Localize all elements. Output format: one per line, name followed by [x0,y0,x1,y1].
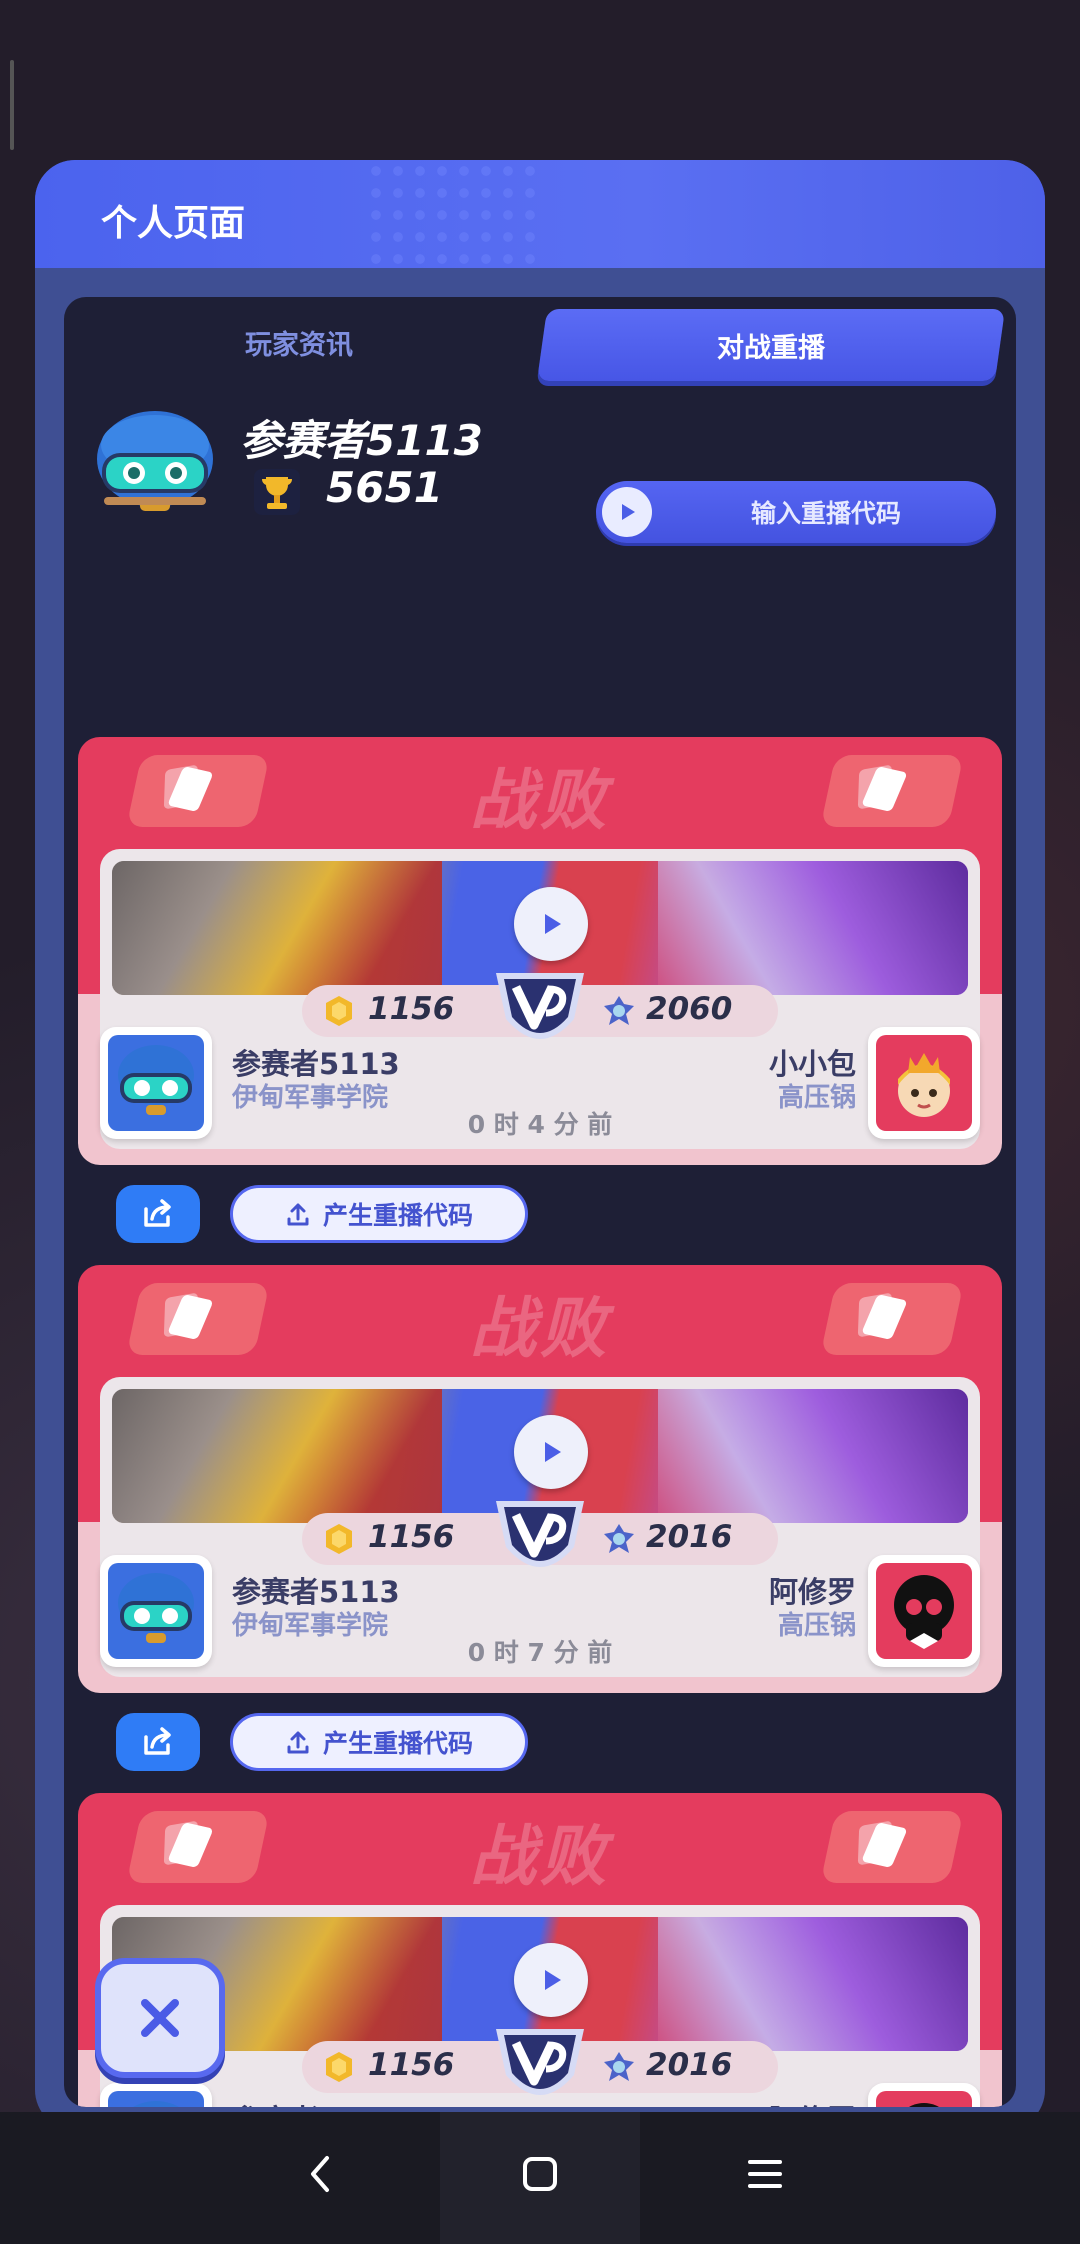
share-button[interactable] [116,1713,200,1771]
match-time: 0 时 7 分 前 [467,1638,613,1667]
menu-button[interactable] [735,2144,795,2204]
rank-gold-icon [326,1524,352,1554]
opponent-score: 2016 [646,2047,733,2083]
rank-diamond-icon [604,996,634,1025]
player-avatar [97,411,213,511]
header-decoration [365,160,535,268]
trophy-icon [254,469,300,515]
player-character-art [112,861,442,995]
player-avatar [100,2083,212,2107]
tab-bar: 玩家资讯 对战重播 [64,297,1016,387]
share-button[interactable] [116,1185,200,1243]
trophy-count: 5651 [326,463,443,512]
share-icon [144,1199,171,1227]
match-card: 战败 1156 2060 参赛者5113 伊甸军事学院 小小包 高压锅 0 时 … [78,737,1002,1165]
opponent-avatar [868,2083,980,2107]
play-replay-button[interactable] [514,887,588,961]
close-button[interactable] [95,1958,225,2078]
rank-gold-icon [326,2052,352,2082]
play-replay-button[interactable] [514,1415,588,1489]
tab-battle-replay[interactable]: 对战重播 [536,309,1006,381]
vs-icon [496,2029,584,2095]
play-icon [602,487,652,537]
match-result: 战败 [470,1818,610,1895]
match-card: 战败 1156 2016 [78,1265,1002,1693]
rank-diamond-icon [604,2052,634,2081]
player-score: 1156 [368,1519,455,1555]
status-indicator [10,60,14,150]
player-score: 1156 [368,2047,455,2083]
back-button[interactable] [290,2144,350,2204]
generate-replay-code-label: 产生重播代码 [322,1729,473,1758]
generate-replay-code-button[interactable]: 产生重播代码 [230,1713,528,1771]
play-icon [545,1442,561,1462]
vs-icon [496,973,584,1039]
match-body: 1156 2016 参赛者5113 伊甸军事学院 [100,1377,980,1677]
player-character-art [112,1389,442,1523]
match-body: 1156 2016 参赛者5113 伊甸军事学院 [100,1905,980,2107]
rank-gold-icon [326,996,352,1026]
back-icon [311,2156,329,2192]
share-icon [144,1727,171,1755]
tab-player-info[interactable]: 玩家资讯 [64,307,534,377]
match-body: 1156 2060 参赛者5113 伊甸军事学院 小小包 高压锅 0 时 4 分… [100,849,980,1149]
tab-battle-replay-label: 对战重播 [717,332,825,364]
generate-replay-code-label: 产生重播代码 [322,1201,473,1230]
close-icon [141,1999,179,2037]
upload-icon [287,1731,309,1754]
enter-replay-code-label: 输入重播代码 [750,499,901,528]
opponent-character-art [658,1389,968,1523]
menu-icon [748,2160,782,2188]
opponent-character-art [658,861,968,995]
opponent-name: 阿修罗 [769,2097,856,2107]
upload-icon [287,1203,309,1226]
opponent-score: 2016 [646,1519,733,1555]
match-result: 战败 [470,762,610,839]
player-name: 参赛者5113 [232,2097,400,2107]
play-icon [545,1970,561,1990]
enter-replay-code-button[interactable]: 输入重播代码 [596,481,996,543]
generate-replay-code-button[interactable]: 产生重播代码 [230,1185,528,1243]
play-icon [545,914,561,934]
player-score: 1156 [368,991,455,1027]
panel-header: 个人页面 [35,160,1045,268]
opponent-character-art [658,1917,968,2051]
panel-content: 玩家资讯 对战重播 参赛者5113 5651 输入重播代码 战败 1156 20… [64,297,1016,2107]
match-time: 0 时 4 分 前 [467,1110,613,1139]
player-name: 参赛者5113 [240,416,483,465]
home-button[interactable] [510,2144,570,2204]
play-replay-button[interactable] [514,1943,588,2017]
rank-diamond-icon [604,1524,634,1553]
page-title: 个人页面 [101,203,246,244]
profile-panel: 个人页面 玩家资讯 对战重播 参赛者5113 5651 输入重播代码 战败 11… [35,160,1045,2130]
vs-icon [496,1501,584,1567]
home-icon [523,2157,557,2191]
match-result: 战败 [470,1290,610,1367]
opponent-score: 2060 [646,991,733,1027]
system-navbar [0,2112,1080,2244]
